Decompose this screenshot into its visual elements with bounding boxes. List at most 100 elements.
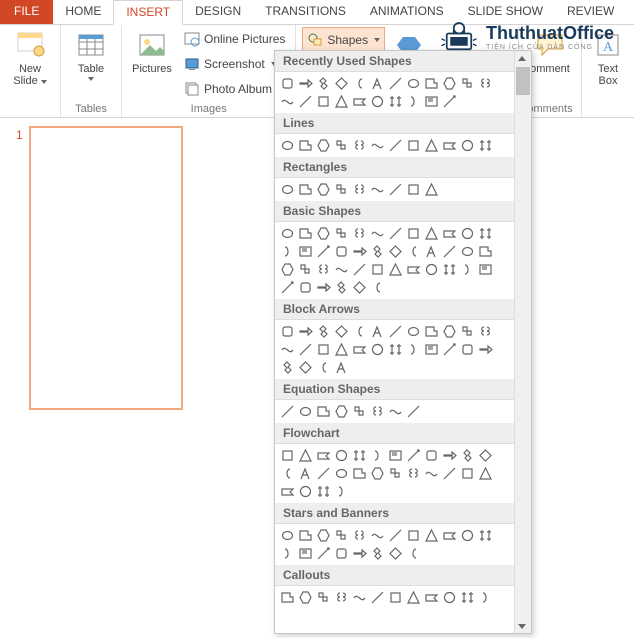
- shape-item[interactable]: [423, 225, 440, 242]
- shape-item[interactable]: [387, 545, 404, 562]
- shape-item[interactable]: [297, 75, 314, 92]
- shape-item[interactable]: [423, 447, 440, 464]
- shape-item[interactable]: [423, 75, 440, 92]
- shape-item[interactable]: [423, 589, 440, 606]
- shape-item[interactable]: [297, 225, 314, 242]
- shape-item[interactable]: [279, 465, 296, 482]
- shape-item[interactable]: [351, 323, 368, 340]
- shape-item[interactable]: [369, 465, 386, 482]
- shape-item[interactable]: [333, 93, 350, 110]
- shape-item[interactable]: [279, 589, 296, 606]
- tab-design[interactable]: DESIGN: [183, 0, 253, 24]
- shape-item[interactable]: [423, 323, 440, 340]
- shape-item[interactable]: [459, 137, 476, 154]
- shape-item[interactable]: [441, 589, 458, 606]
- shape-item[interactable]: [405, 261, 422, 278]
- shape-item[interactable]: [279, 483, 296, 500]
- shape-item[interactable]: [297, 181, 314, 198]
- shape-item[interactable]: [297, 589, 314, 606]
- shape-item[interactable]: [351, 465, 368, 482]
- shape-item[interactable]: [279, 323, 296, 340]
- shape-item[interactable]: [297, 137, 314, 154]
- tab-transitions[interactable]: TRANSITIONS: [253, 0, 358, 24]
- shape-item[interactable]: [369, 447, 386, 464]
- shape-item[interactable]: [315, 359, 332, 376]
- shape-item[interactable]: [315, 279, 332, 296]
- shape-item[interactable]: [405, 243, 422, 260]
- shape-item[interactable]: [477, 261, 494, 278]
- shape-item[interactable]: [369, 545, 386, 562]
- screenshot-button[interactable]: Screenshot: [180, 52, 289, 76]
- shape-item[interactable]: [441, 75, 458, 92]
- shape-item[interactable]: [387, 403, 404, 420]
- shape-item[interactable]: [315, 261, 332, 278]
- shape-item[interactable]: [351, 403, 368, 420]
- shape-item[interactable]: [459, 225, 476, 242]
- shape-item[interactable]: [279, 137, 296, 154]
- shape-item[interactable]: [315, 465, 332, 482]
- shape-item[interactable]: [333, 225, 350, 242]
- shape-item[interactable]: [315, 181, 332, 198]
- shape-item[interactable]: [333, 75, 350, 92]
- shape-item[interactable]: [405, 545, 422, 562]
- shape-item[interactable]: [369, 341, 386, 358]
- shape-item[interactable]: [297, 447, 314, 464]
- table-button[interactable]: Table: [67, 27, 115, 83]
- shape-item[interactable]: [369, 279, 386, 296]
- shape-item[interactable]: [315, 93, 332, 110]
- shape-item[interactable]: [351, 75, 368, 92]
- shape-item[interactable]: [333, 465, 350, 482]
- tab-home[interactable]: HOME: [53, 0, 113, 24]
- shape-item[interactable]: [333, 447, 350, 464]
- shape-item[interactable]: [333, 359, 350, 376]
- shape-item[interactable]: [387, 261, 404, 278]
- shape-item[interactable]: [333, 243, 350, 260]
- shape-item[interactable]: [279, 341, 296, 358]
- shape-item[interactable]: [459, 243, 476, 260]
- shape-item[interactable]: [279, 225, 296, 242]
- shape-item[interactable]: [387, 243, 404, 260]
- shape-item[interactable]: [297, 279, 314, 296]
- shape-item[interactable]: [279, 403, 296, 420]
- shape-item[interactable]: [477, 75, 494, 92]
- shape-item[interactable]: [351, 279, 368, 296]
- shape-item[interactable]: [405, 403, 422, 420]
- shape-item[interactable]: [333, 261, 350, 278]
- shape-item[interactable]: [441, 225, 458, 242]
- shape-item[interactable]: [441, 465, 458, 482]
- shape-item[interactable]: [315, 527, 332, 544]
- shape-item[interactable]: [279, 261, 296, 278]
- shape-item[interactable]: [459, 261, 476, 278]
- shape-item[interactable]: [441, 93, 458, 110]
- shape-item[interactable]: [297, 483, 314, 500]
- shape-item[interactable]: [477, 323, 494, 340]
- shape-item[interactable]: [369, 181, 386, 198]
- slide-thumb-1[interactable]: [29, 126, 183, 410]
- shape-item[interactable]: [333, 483, 350, 500]
- shape-item[interactable]: [297, 527, 314, 544]
- shape-item[interactable]: [279, 93, 296, 110]
- shape-item[interactable]: [387, 181, 404, 198]
- shape-item[interactable]: [351, 341, 368, 358]
- shape-item[interactable]: [351, 545, 368, 562]
- shape-item[interactable]: [315, 243, 332, 260]
- shape-item[interactable]: [477, 465, 494, 482]
- shape-item[interactable]: [459, 341, 476, 358]
- shape-item[interactable]: [333, 527, 350, 544]
- shape-item[interactable]: [297, 465, 314, 482]
- shape-item[interactable]: [405, 75, 422, 92]
- shape-item[interactable]: [369, 589, 386, 606]
- shape-item[interactable]: [459, 447, 476, 464]
- shape-item[interactable]: [477, 341, 494, 358]
- shape-item[interactable]: [405, 527, 422, 544]
- online-pictures-button[interactable]: Online Pictures: [180, 27, 289, 51]
- shape-item[interactable]: [423, 93, 440, 110]
- shape-item[interactable]: [459, 75, 476, 92]
- shape-item[interactable]: [279, 359, 296, 376]
- pictures-button[interactable]: Pictures: [128, 27, 176, 77]
- shape-item[interactable]: [387, 341, 404, 358]
- shape-item[interactable]: [423, 261, 440, 278]
- shape-item[interactable]: [279, 75, 296, 92]
- shape-item[interactable]: [315, 225, 332, 242]
- shape-item[interactable]: [477, 137, 494, 154]
